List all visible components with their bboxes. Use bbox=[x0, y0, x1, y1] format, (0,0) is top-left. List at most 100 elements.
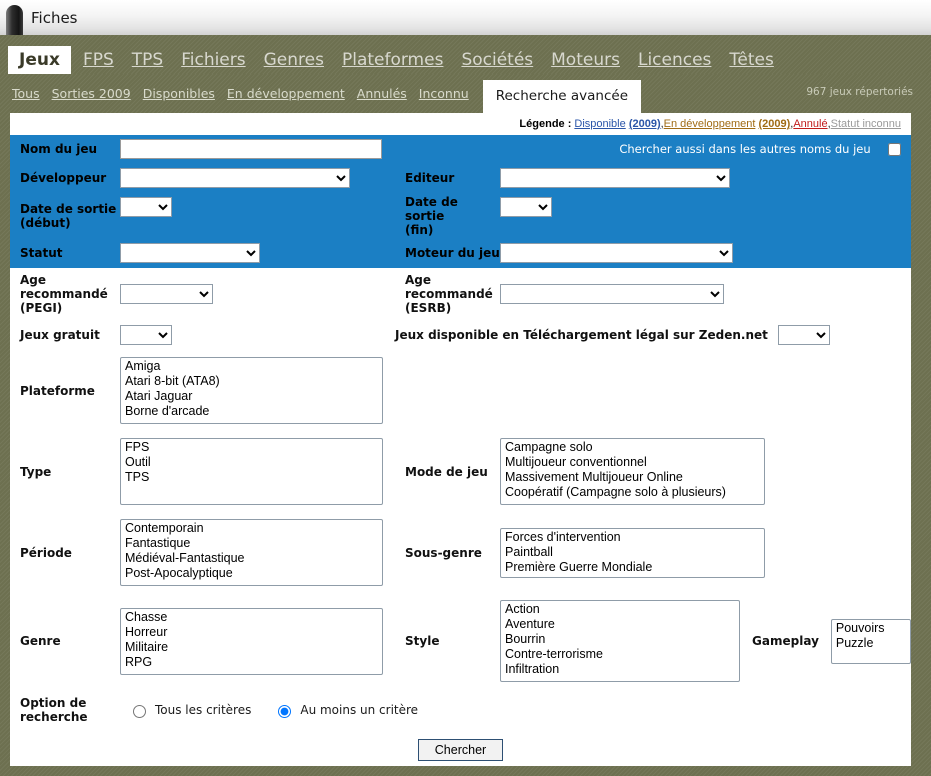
radio-au-moins-un-critere-label: Au moins un critère bbox=[300, 703, 419, 717]
list-option[interactable]: Médiéval-Fantastique bbox=[123, 551, 380, 566]
list-option[interactable]: Contemporain bbox=[123, 521, 380, 536]
list-option[interactable]: Post-Apocalyptique bbox=[123, 566, 380, 581]
label-genre: Genre bbox=[20, 634, 61, 648]
list-option[interactable]: Campagne solo bbox=[503, 440, 762, 455]
nav-item-licences[interactable]: Licences bbox=[629, 52, 720, 74]
legend-statut-inconnu-link[interactable]: Statut inconnu bbox=[831, 118, 901, 130]
cell-date-fin-select bbox=[500, 193, 911, 238]
list-option[interactable]: Paintball bbox=[503, 545, 762, 560]
jeux-gratuit-select[interactable] bbox=[120, 325, 172, 345]
radio-tous-les-criteres-input[interactable] bbox=[133, 705, 146, 718]
nav-item-fps[interactable]: FPS bbox=[74, 52, 123, 74]
nav-item-plateformes[interactable]: Plateformes bbox=[333, 52, 452, 74]
date-sortie-debut-select[interactable] bbox=[120, 197, 172, 217]
radio-tous-les-criteres-label: Tous les critères bbox=[155, 703, 252, 717]
radio-tous-les-criteres[interactable]: Tous les critères bbox=[128, 702, 251, 718]
age-esrb-select[interactable] bbox=[500, 284, 724, 304]
legend-en-developpement-link[interactable]: En développement bbox=[664, 118, 756, 130]
list-option[interactable]: FPS bbox=[123, 440, 380, 455]
list-option[interactable]: Horreur bbox=[123, 625, 380, 640]
advanced-search-panel: Légende : Disponible (2009) , En dévelop… bbox=[10, 113, 912, 766]
list-option[interactable]: Amiga bbox=[123, 359, 380, 374]
list-option[interactable]: Pouvoirs bbox=[834, 621, 908, 636]
nav-item-tps[interactable]: TPS bbox=[123, 52, 172, 74]
plateforme-multiselect[interactable]: AmigaAtari 8-bit (ATA8)Atari JaguarBorne… bbox=[120, 357, 383, 424]
cell-jeux-gratuit-select bbox=[120, 320, 395, 350]
mode-de-jeu-multiselect[interactable]: Campagne soloMultijoueur conventionnelMa… bbox=[500, 438, 765, 505]
nav-item-fichiers[interactable]: Fichiers bbox=[172, 52, 254, 74]
list-option[interactable]: Forces d'intervention bbox=[503, 530, 762, 545]
radio-au-moins-un-critere[interactable]: Au moins un critère bbox=[273, 702, 418, 718]
list-option[interactable]: Chasse bbox=[123, 610, 380, 625]
nav-item-genres[interactable]: Genres bbox=[255, 52, 333, 74]
label-age-esrb: Age recommandé (ESRB) bbox=[395, 268, 500, 320]
subnav-item-recherche-avancee[interactable]: Recherche avancée bbox=[482, 80, 642, 113]
chercher-autres-noms-checkbox[interactable] bbox=[888, 143, 902, 157]
radio-au-moins-un-critere-input[interactable] bbox=[278, 705, 292, 718]
legend-annule-link[interactable]: Annulé bbox=[793, 118, 827, 130]
legend-en-developpement-year-link[interactable]: (2009) bbox=[758, 118, 790, 130]
list-option[interactable]: Première Guerre Mondiale bbox=[503, 560, 762, 575]
nav-item-tetes[interactable]: Têtes bbox=[720, 52, 782, 74]
nom-du-jeu-input[interactable] bbox=[120, 139, 382, 159]
gameplay-multiselect[interactable]: PouvoirsPuzzle bbox=[830, 618, 911, 664]
list-option[interactable]: TPS bbox=[123, 470, 380, 485]
label-option-recherche: Option de recherche bbox=[10, 689, 120, 731]
list-option[interactable]: Militaire bbox=[123, 640, 380, 655]
nav-item-moteurs[interactable]: Moteurs bbox=[542, 52, 629, 74]
list-option[interactable]: Multijoueur conventionnel bbox=[503, 455, 762, 470]
row-option-recherche: Option de recherche Tous les critères Au… bbox=[10, 689, 911, 731]
list-option[interactable]: Coopératif (Campagne solo à plusieurs) bbox=[503, 485, 762, 500]
sous-genre-multiselect[interactable]: Forces d'interventionPaintballPremière G… bbox=[500, 527, 765, 578]
list-option[interactable]: Contre-terrorisme bbox=[503, 647, 737, 662]
moteur-du-jeu-select[interactable] bbox=[500, 243, 733, 263]
label-age-esrb-text: Age recommandé (ESRB) bbox=[405, 273, 493, 315]
chercher-button[interactable]: Chercher bbox=[417, 739, 504, 761]
list-option[interactable]: Puzzle bbox=[834, 636, 908, 651]
type-multiselect[interactable]: FPSOutilTPS bbox=[120, 438, 383, 505]
subnav-item-inconnu[interactable]: Inconnu bbox=[419, 86, 469, 101]
row-age-recommande: Age recommandé (PEGI) Age recommandé (ESRB) bbox=[10, 268, 911, 320]
style-multiselect[interactable]: ActionAventureBourrinContre-terrorismeIn… bbox=[500, 600, 741, 682]
date-sortie-fin-select[interactable] bbox=[500, 197, 552, 217]
subnav-item-tous[interactable]: Tous bbox=[12, 86, 40, 101]
list-option[interactable]: Atari 8-bit (ATA8) bbox=[123, 374, 380, 389]
list-option[interactable]: Borne d'arcade bbox=[123, 404, 380, 419]
label-nom-du-jeu: Nom du jeu bbox=[20, 142, 98, 156]
list-option[interactable]: Massivement Multijoueur Online bbox=[503, 470, 762, 485]
list-option[interactable]: Fantastique bbox=[123, 536, 380, 551]
label-statut: Statut bbox=[20, 246, 63, 260]
editeur-select[interactable] bbox=[500, 168, 730, 188]
row-jeux-gratuit: Jeux gratuit Jeux disponible en Téléchar… bbox=[10, 320, 911, 350]
subnav-item-annules[interactable]: Annulés bbox=[357, 86, 407, 101]
label-chercher-autres-noms: Chercher aussi dans les autres noms du j… bbox=[619, 141, 871, 156]
row-nom-du-jeu: Nom du jeu Chercher aussi dans les autre… bbox=[10, 135, 911, 163]
subnav-item-en-developpement[interactable]: En développement bbox=[227, 86, 345, 101]
legend-disponible-year-link[interactable]: (2009) bbox=[629, 118, 661, 130]
label-style: Style bbox=[405, 634, 440, 648]
cell-date-debut-select bbox=[120, 193, 395, 238]
list-option[interactable]: RPG bbox=[123, 655, 380, 670]
developpeur-select[interactable] bbox=[120, 168, 350, 188]
jeux-dispo-telechargement-select[interactable] bbox=[777, 325, 830, 345]
secondary-navigation: Tous Sorties 2009 Disponibles En dévelop… bbox=[0, 74, 931, 113]
nav-item-societes[interactable]: Sociétés bbox=[452, 52, 542, 74]
periode-multiselect[interactable]: ContemporainFantastiqueMédiéval-Fantasti… bbox=[120, 519, 383, 586]
nav-item-jeux[interactable]: Jeux bbox=[8, 46, 71, 75]
subnav-item-disponibles[interactable]: Disponibles bbox=[143, 86, 215, 101]
list-option[interactable]: Aventure bbox=[503, 617, 737, 632]
label-type: Type bbox=[20, 464, 52, 479]
label-gameplay: Gameplay bbox=[752, 634, 819, 648]
list-option[interactable]: Action bbox=[503, 602, 737, 617]
genre-multiselect[interactable]: ChasseHorreurMilitaireRPG bbox=[120, 607, 383, 675]
row-developpeur-editeur: Développeur Editeur bbox=[10, 163, 911, 193]
statut-select[interactable] bbox=[120, 243, 260, 263]
list-option[interactable]: Bourrin bbox=[503, 632, 737, 647]
legend-disponible-link[interactable]: Disponible bbox=[574, 118, 625, 130]
subnav-item-sorties-2009[interactable]: Sorties 2009 bbox=[52, 86, 131, 101]
cell-age-pegi-select bbox=[120, 268, 395, 320]
list-option[interactable]: Outil bbox=[123, 455, 380, 470]
list-option[interactable]: Atari Jaguar bbox=[123, 389, 380, 404]
list-option[interactable]: Infiltration bbox=[503, 662, 737, 677]
age-pegi-select[interactable] bbox=[120, 284, 213, 304]
